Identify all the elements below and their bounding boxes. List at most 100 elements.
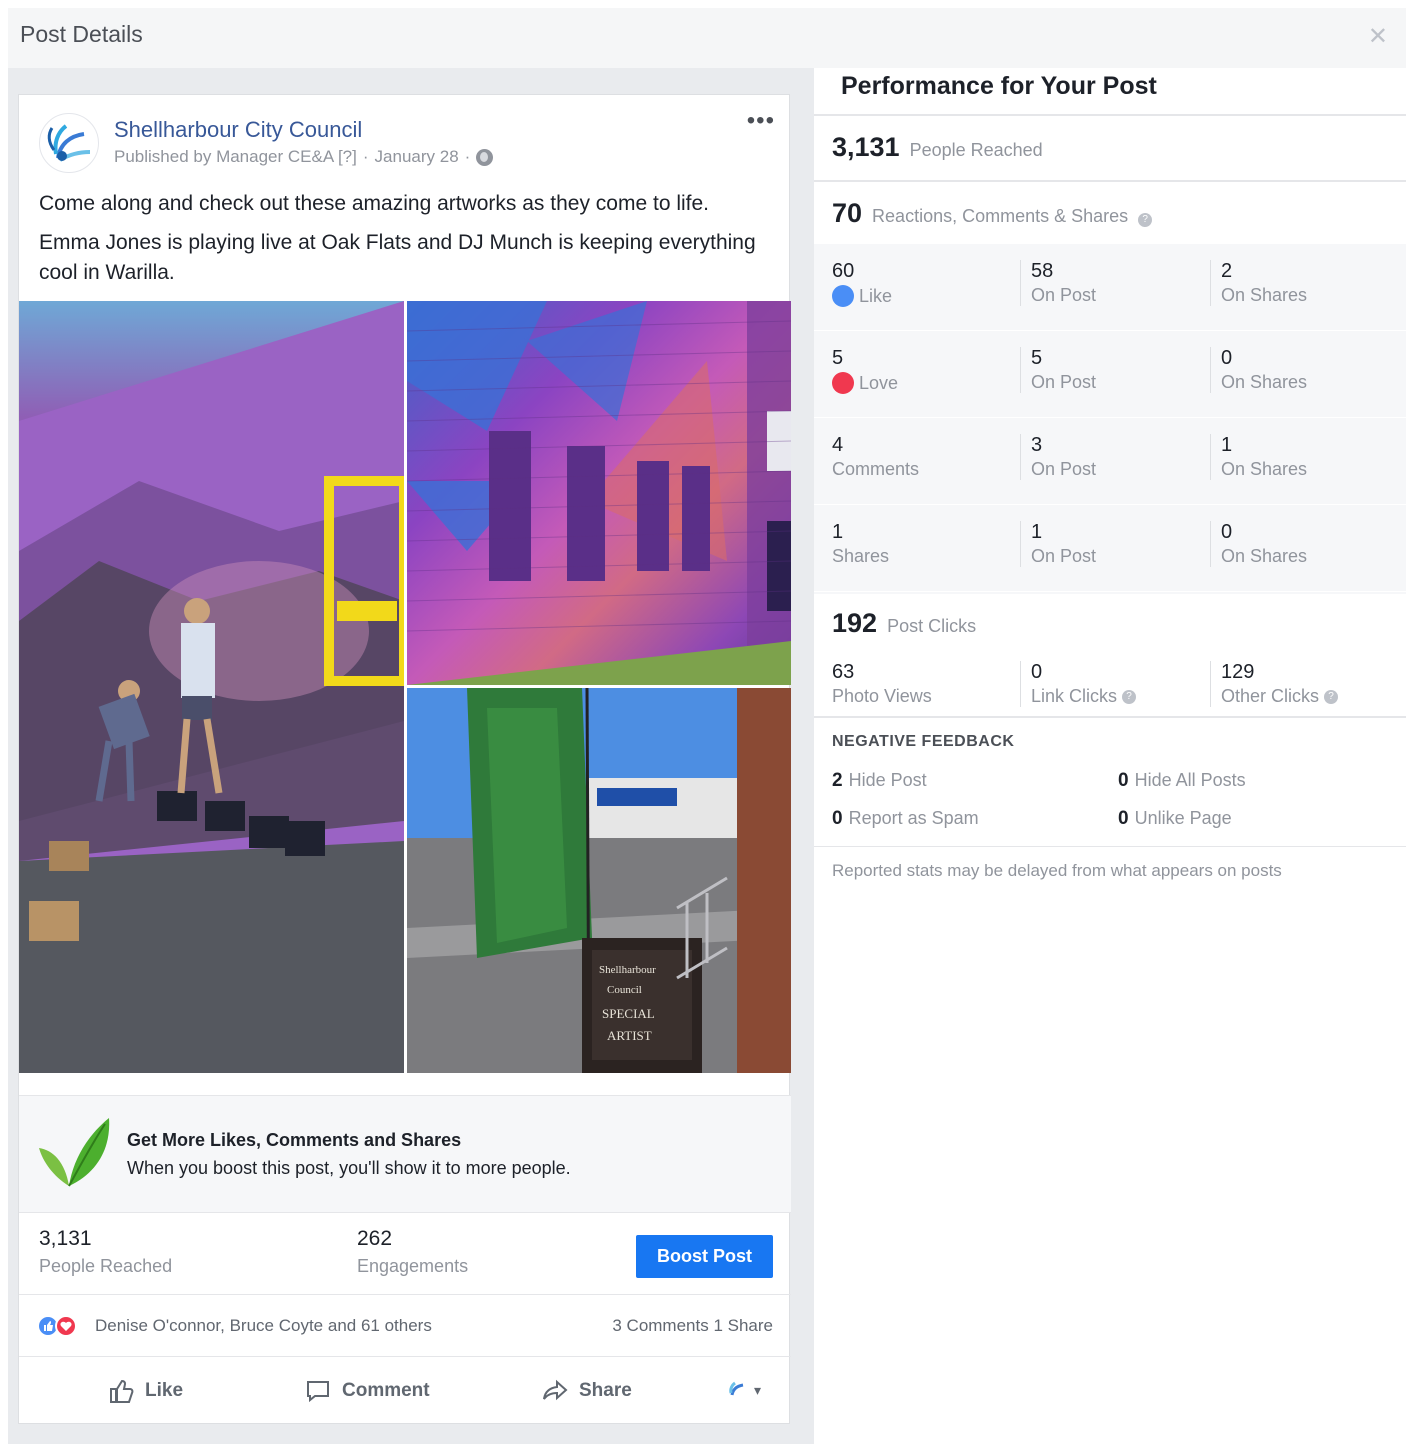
dialog-title: Post Details	[20, 21, 143, 47]
brick-wall-mural-photo[interactable]	[407, 301, 791, 685]
engagement-label: Reactions, Comments & Shares	[872, 206, 1129, 226]
help-icon[interactable]: ?	[1138, 213, 1153, 227]
share-label: Share	[579, 1380, 632, 1401]
people-reached-stat: 3,131 People Reached	[832, 132, 1043, 163]
post-text: Come along and check out these amazing a…	[39, 189, 759, 297]
on-shares-cell: 1 On Shares	[1210, 434, 1307, 480]
page-name-link[interactable]: Shellharbour City Council	[114, 117, 362, 143]
report-spam-label: Report as Spam	[848, 808, 979, 828]
performance-pane: Performance for Your Post 3,131 People R…	[814, 68, 1406, 1444]
photo-views-cell: 63 Photo Views	[832, 661, 932, 707]
other-clicks-cell: 129 Other Clicks?	[1210, 661, 1339, 707]
svg-text:Council: Council	[607, 984, 642, 996]
on-post-label: On Post	[1031, 459, 1097, 479]
report-spam-item: 0 Report as Spam	[832, 808, 979, 830]
reaction-row: 4 Comments 3 On Post 1 On Shares	[814, 418, 1406, 505]
reached-value: 3,131	[39, 1227, 92, 1250]
boost-promo: Get More Likes, Comments and Shares When…	[19, 1095, 791, 1213]
on-post-cell: 3 On Post	[1020, 434, 1096, 480]
post-preview-pane: Shellharbour City Council Published by M…	[8, 68, 814, 1444]
reaction-total: 4 Comments	[832, 434, 919, 480]
page-logo[interactable]	[39, 113, 99, 173]
link-clicks-label: Link Clicks	[1031, 686, 1118, 706]
on-post-cell: 5 On Post	[1020, 347, 1096, 393]
link-clicks-value: 0	[1031, 661, 1043, 683]
post-card: Shellharbour City Council Published by M…	[18, 94, 791, 1424]
reaction-total: 1 Shares	[832, 521, 889, 567]
reaction-row: 60 Like 58 On Post 2 On Shares	[814, 244, 1406, 331]
reaction-icons[interactable]	[37, 1315, 77, 1337]
post-text-paragraph: Come along and check out these amazing a…	[39, 192, 710, 215]
reached-label: People Reached	[39, 1256, 173, 1276]
unlike-page-item: 0 Unlike Page	[1118, 808, 1232, 830]
post-clicks-value: 192	[832, 608, 878, 638]
photo-views-value: 63	[832, 661, 855, 683]
more-options-icon[interactable]: •••	[747, 107, 775, 135]
negative-feedback-title: NEGATIVE FEEDBACK	[832, 733, 1015, 750]
reaction-row: 5 Love 5 On Post 0 On Shares	[814, 331, 1406, 418]
on-post-label: On Post	[1031, 285, 1097, 305]
reactors-text[interactable]: Denise O'connor, Bruce Coyte and 61 othe…	[95, 1316, 432, 1336]
on-shares-value: 1	[1221, 434, 1233, 456]
love-label: Love	[859, 372, 899, 393]
on-post-cell: 1 On Post	[1020, 521, 1096, 567]
divider	[814, 114, 1406, 116]
svg-text:Shellharbour: Shellharbour	[599, 964, 656, 976]
people-reached-label: People Reached	[909, 140, 1043, 160]
shares-total-label: Shares	[832, 546, 890, 566]
dialog-header: Post Details ✕	[8, 8, 1406, 68]
share-icon	[543, 1379, 568, 1401]
reaction-total: 60 Like	[832, 260, 892, 307]
thumbs-up-icon	[110, 1379, 134, 1403]
on-shares-value: 0	[1221, 521, 1233, 543]
post-clicks-label: Post Clicks	[887, 616, 977, 636]
post-stats-row: 3,131 People Reached 262 Engagements Boo…	[19, 1213, 791, 1295]
help-icon[interactable]: ?	[1122, 689, 1137, 704]
like-total-value: 60	[832, 260, 855, 282]
on-post-value: 58	[1031, 260, 1054, 282]
stats-footnote: Reported stats may be delayed from what …	[832, 861, 1282, 880]
comment-button[interactable]: Comment	[304, 1377, 430, 1405]
engagement-stat: 70 Reactions, Comments & Shares ?	[832, 198, 1153, 229]
hide-all-posts-value: 0	[1118, 770, 1129, 791]
post-clicks-stat: 192 Post Clicks	[832, 608, 976, 639]
boost-post-button[interactable]: Boost Post	[636, 1235, 773, 1278]
mural-painting-photo[interactable]	[19, 301, 404, 1073]
performance-title: Performance for Your Post	[841, 72, 1157, 100]
other-clicks-value: 129	[1221, 661, 1255, 683]
hide-post-item: 2 Hide Post	[832, 770, 927, 792]
close-icon[interactable]: ✕	[1368, 22, 1388, 51]
on-post-cell: 58 On Post	[1020, 260, 1096, 306]
post-meta: Published by Manager CE&A [?] · January …	[114, 147, 494, 167]
comments-shares-count[interactable]: 3 Comments 1 Share	[612, 1316, 773, 1336]
reaction-breakdown-table: 60 Like 58 On Post 2 On Shares 5 Love 5 …	[814, 244, 1406, 594]
on-shares-label: On Shares	[1221, 546, 1308, 566]
page-avatar-icon	[729, 1381, 744, 1396]
help-icon[interactable]: ?	[1324, 689, 1339, 704]
svg-text:SPECIAL: SPECIAL	[602, 1006, 655, 1021]
comment-label: Comment	[342, 1380, 430, 1401]
on-shares-value: 0	[1221, 347, 1233, 369]
divider	[814, 716, 1406, 718]
audience-selector[interactable]: ▾	[726, 1379, 761, 1401]
share-button[interactable]: Share	[541, 1377, 632, 1405]
on-shares-cell: 0 On Shares	[1210, 521, 1307, 567]
divider	[814, 846, 1406, 847]
meta-separator: ·	[362, 147, 369, 166]
like-total-label: Like	[832, 285, 892, 307]
hide-all-posts-item: 0 Hide All Posts	[1118, 770, 1246, 792]
report-spam-value: 0	[832, 808, 843, 829]
svg-text:ARTIST: ARTIST	[607, 1028, 652, 1043]
link-clicks-cell: 0 Link Clicks?	[1020, 661, 1137, 707]
post-date[interactable]: January 28	[375, 147, 459, 167]
hide-all-posts-label: Hide All Posts	[1134, 770, 1246, 790]
like-button[interactable]: Like	[107, 1377, 183, 1405]
reached-stat: 3,131 People Reached	[39, 1227, 172, 1277]
like-icon	[832, 285, 854, 307]
like-label: Like	[859, 285, 893, 306]
globe-icon[interactable]	[476, 148, 494, 166]
street-banner-photo[interactable]: Shellharbour Council SPECIAL ARTIST	[407, 688, 791, 1073]
engagements-label: Engagements	[357, 1256, 469, 1276]
other-clicks-label: Other Clicks	[1221, 686, 1320, 706]
love-total-label: Love	[832, 372, 898, 394]
